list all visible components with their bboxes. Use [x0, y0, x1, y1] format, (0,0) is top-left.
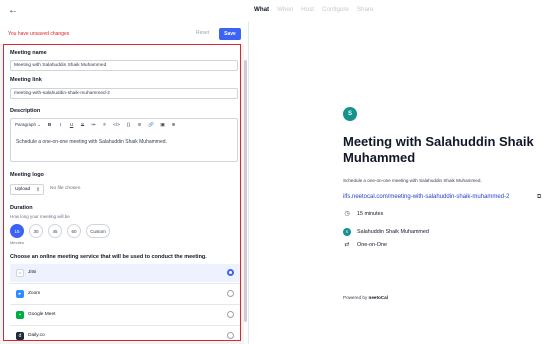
preview-meeting-type-text: One-on-One — [357, 242, 387, 248]
preview-meeting-type: ⇄ One-on-One — [343, 241, 387, 249]
jitsi-icon: ~ — [16, 269, 24, 277]
unsaved-changes-text: You have unsaved changes — [8, 31, 70, 37]
meeting-link-input[interactable]: meeting-with-salahuddin-shaik-muhammed-2 — [10, 88, 238, 99]
form-panel: Meeting name Meeting with Salahuddin Sha… — [0, 44, 244, 344]
preview-duration-text: 15 minutes — [357, 211, 384, 217]
bold-icon[interactable]: B — [47, 123, 52, 128]
save-button[interactable]: Save — [219, 28, 241, 40]
copy-icon[interactable]: ⧉ — [537, 194, 541, 201]
tab-share[interactable]: Share — [357, 6, 374, 13]
duration-option-30[interactable]: 30 — [29, 224, 43, 238]
bullet-list-icon[interactable]: ≔ — [91, 123, 96, 128]
divider — [10, 304, 240, 305]
service-radio-zoom[interactable] — [227, 290, 234, 297]
service-name: Daily.co — [28, 333, 45, 338]
service-name: Google Meet — [28, 312, 56, 317]
step-tabs: What When Host Configure Share — [254, 6, 373, 13]
host-avatar: S — [343, 107, 357, 121]
upload-label: Upload — [15, 187, 31, 192]
service-name: Jitsi — [28, 270, 37, 275]
preview-host-name: Salahuddin Shaik Muhammed — [357, 229, 429, 235]
meeting-logo-label: Meeting logo — [10, 172, 44, 178]
no-file-text: No file chosen — [50, 186, 81, 191]
powered-by: Powered by neetoCal — [343, 295, 388, 300]
meeting-service-label: Choose an online meeting service that wi… — [10, 254, 207, 260]
arrow-left-icon[interactable]: ← — [8, 5, 20, 17]
editor-toolbar: Paragraph ⌄ B I U S ≔ ≡ </> {} ⊘ 🔗 ▣ ⊕ — [15, 122, 176, 128]
upload-button[interactable]: Upload ⇪ — [10, 184, 44, 195]
duration-option-15[interactable]: 15 — [10, 224, 24, 238]
divider — [10, 325, 240, 326]
divider — [10, 283, 240, 284]
duration-option-custom[interactable]: Custom — [86, 224, 110, 238]
duration-option-60[interactable]: 60 — [67, 224, 81, 238]
tab-host[interactable]: Host — [301, 6, 314, 13]
strikethrough-icon[interactable]: S — [80, 123, 85, 128]
description-text: Schedule a one-on-one meeting with Salah… — [16, 139, 167, 145]
arrows-icon: ⇄ — [344, 242, 350, 248]
preview-title: Meeting with Salahuddin Shaik Muhammed — [343, 134, 534, 165]
upload-icon: ⇪ — [35, 187, 40, 193]
duration-label: Duration — [10, 205, 33, 211]
clock-icon: ◷ — [344, 211, 350, 217]
reset-button[interactable]: Reset — [196, 30, 209, 36]
code-icon[interactable]: </> — [113, 123, 120, 128]
brand-name: neetoCal — [368, 295, 388, 300]
minutes-text: Minutes — [10, 240, 25, 245]
description-editor[interactable]: Paragraph ⌄ B I U S ≔ ≡ </> {} ⊘ 🔗 ▣ ⊕ S… — [10, 118, 238, 162]
preview-description: Schedule a one-on-one meeting with Salah… — [343, 178, 482, 183]
powered-by-text: Powered by — [343, 295, 368, 300]
underline-icon[interactable]: U — [69, 123, 74, 128]
preview-host: S Salahuddin Shaik Muhammed — [343, 228, 429, 236]
service-option-jitsi[interactable]: ~ Jitsi — [10, 264, 240, 282]
top-bar: ← What When Host Configure Share — [0, 0, 550, 22]
zoom-icon: ▸ — [16, 290, 24, 298]
daily-icon: d — [16, 332, 24, 340]
host-avatar-small: S — [343, 228, 351, 236]
meeting-form: Meeting name Meeting with Salahuddin Sha… — [3, 44, 241, 341]
service-radio-daily[interactable] — [227, 332, 234, 339]
service-radio-google-meet[interactable] — [227, 311, 234, 318]
service-radio-jitsi[interactable] — [227, 269, 234, 276]
form-scrollbar[interactable] — [244, 60, 247, 322]
meeting-link-label: Meeting link — [10, 77, 42, 83]
paragraph-select-label: Paragraph — [15, 122, 37, 127]
paragraph-select[interactable]: Paragraph ⌄ — [15, 122, 41, 128]
italic-icon[interactable]: I — [58, 123, 63, 128]
ordered-list-icon[interactable]: ≡ — [102, 123, 107, 128]
service-option-zoom[interactable]: ▸ Zoom — [10, 285, 240, 303]
image-icon[interactable]: ▣ — [160, 123, 165, 128]
emoji-icon[interactable]: ⊘ — [137, 123, 142, 128]
google-meet-icon: ▪ — [16, 311, 24, 319]
add-icon[interactable]: ⊕ — [171, 123, 176, 128]
meeting-name-label: Meeting name — [10, 50, 47, 56]
description-label: Description — [10, 108, 41, 114]
code-block-icon[interactable]: {} — [126, 123, 131, 128]
tab-what[interactable]: What — [254, 6, 269, 13]
duration-option-45[interactable]: 45 — [48, 224, 62, 238]
panel-divider — [248, 22, 249, 344]
tab-when[interactable]: When — [277, 6, 293, 13]
meeting-name-input[interactable]: Meeting with Salahuddin Shaik Muhammed — [10, 60, 238, 71]
tab-configure[interactable]: Configure — [322, 6, 349, 13]
app-window: ← What When Host Configure Share You hav… — [0, 0, 550, 344]
preview-link[interactable]: ilfs.neetocal.com/meeting-with-salahuddi… — [343, 194, 509, 200]
service-option-google-meet[interactable]: ▪ Google Meet — [10, 306, 240, 324]
link-icon[interactable]: 🔗 — [148, 123, 154, 128]
service-name: Zoom — [28, 291, 41, 296]
service-option-daily[interactable]: d Daily.co — [10, 327, 240, 340]
preview-duration: ◷ 15 minutes — [343, 210, 383, 218]
duration-subtext: How long your meeting will be — [10, 214, 70, 219]
